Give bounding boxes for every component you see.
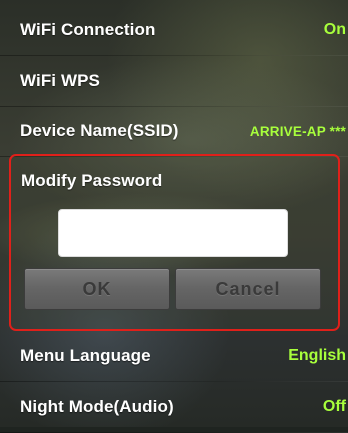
device-name-label: Device Name(SSID) xyxy=(20,121,179,140)
ok-button[interactable]: OK xyxy=(24,268,170,310)
night-mode-value: Off xyxy=(322,398,346,415)
device-name-value: ARRIVE-AP *** xyxy=(249,123,346,139)
wifi-wps-label: WiFi WPS xyxy=(20,71,100,90)
setting-row-night-mode[interactable]: Night Mode(Audio) Off xyxy=(0,381,348,433)
wifi-connection-value: On xyxy=(323,21,346,38)
menu-language-value: English xyxy=(288,347,346,364)
modify-password-panel: Modify Password OK Cancel xyxy=(9,154,340,331)
cancel-button[interactable]: Cancel xyxy=(175,268,321,310)
setting-row-wifi-connection[interactable]: WiFi Connection On xyxy=(0,4,348,56)
wifi-connection-label: WiFi Connection xyxy=(20,20,156,39)
modify-password-label: Modify Password xyxy=(21,171,163,190)
setting-row-wifi-wps[interactable]: WiFi WPS xyxy=(0,55,348,107)
night-mode-label: Night Mode(Audio) xyxy=(20,397,174,416)
menu-language-label: Menu Language xyxy=(20,346,151,365)
setting-row-device-name[interactable]: Device Name(SSID) ARRIVE-AP *** xyxy=(0,105,348,157)
password-input[interactable] xyxy=(58,209,288,257)
setting-row-menu-language[interactable]: Menu Language English xyxy=(0,330,348,382)
